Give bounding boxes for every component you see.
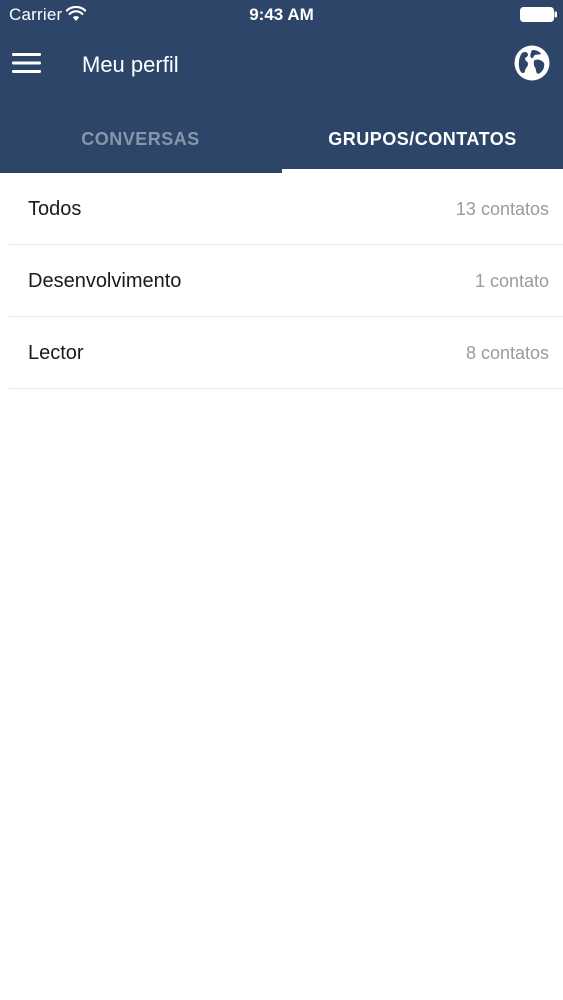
group-name: Lector <box>28 342 84 364</box>
tab-grupos-contatos[interactable]: GRUPOS/CONTATOS <box>282 106 563 173</box>
tab-conversas[interactable]: CONVERSAS <box>0 106 281 173</box>
divider <box>9 388 563 389</box>
list-item-todos[interactable]: Todos 13 contatos <box>0 173 563 245</box>
group-count: 8 contatos <box>465 343 549 363</box>
list-item-lector[interactable]: Lector 8 contatos <box>0 317 563 389</box>
list-item-desenvolvimento[interactable]: Desenvolvimento 1 contato <box>0 245 563 317</box>
tab-bar: CONVERSAS GRUPOS/CONTATOS <box>0 106 563 173</box>
group-count: 1 contato <box>474 271 549 291</box>
status-time: 9:43 AM <box>249 5 314 24</box>
group-name: Todos <box>28 198 82 220</box>
group-count: 13 contatos <box>455 199 549 219</box>
page-title: Meu perfil <box>82 52 179 77</box>
globe-icon[interactable] <box>513 44 551 82</box>
battery-icon <box>520 7 558 22</box>
status-bar: Carrier 9:43 AM <box>0 0 563 30</box>
menu-icon[interactable] <box>12 51 42 75</box>
app-header: Carrier 9:43 AM Meu perfil CONVERSAS GRU… <box>0 0 563 173</box>
groups-list: Todos 13 contatos Desenvolvimento 1 cont… <box>0 173 563 389</box>
group-name: Desenvolvimento <box>28 270 182 292</box>
